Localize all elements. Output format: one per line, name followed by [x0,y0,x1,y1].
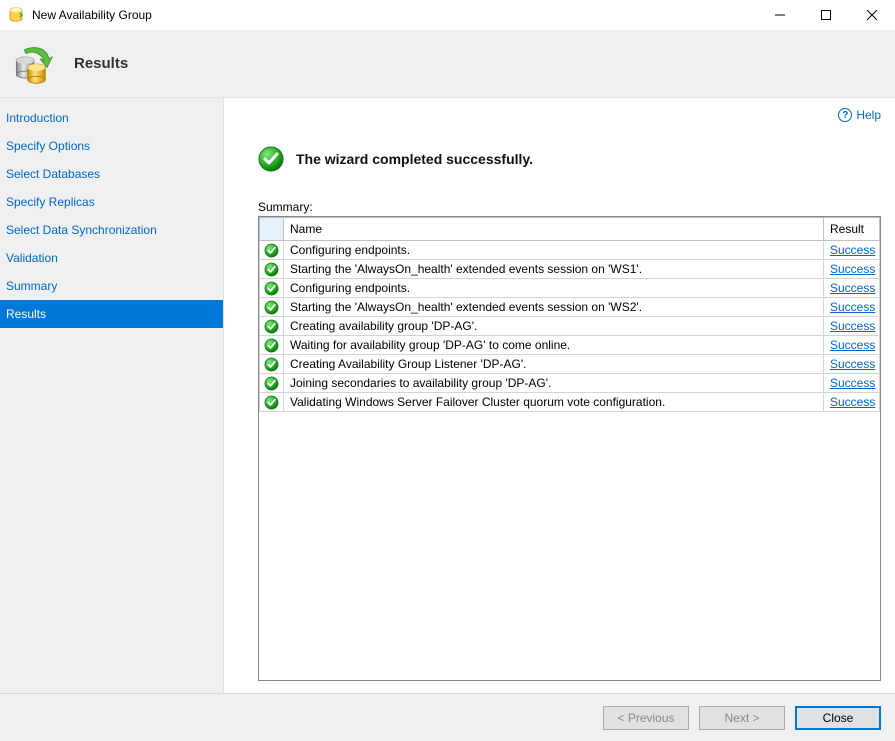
row-name: Validating Windows Server Failover Clust… [284,393,824,412]
wizard-main: ? Help The wizard completed successfully… [224,98,895,693]
next-button: Next > [699,706,785,730]
row-name: Configuring endpoints. [284,241,824,260]
sidebar-item-label: Specify Options [6,139,90,153]
row-result-cell: Success [824,393,880,412]
app-icon [8,7,24,23]
column-header-result[interactable]: Result [824,218,880,241]
row-name: Waiting for availability group 'DP-AG' t… [284,336,824,355]
row-status-icon [260,241,284,260]
row-result-link[interactable]: Success [830,262,875,276]
wizard-sidebar: Introduction Specify Options Select Databa… [0,98,224,693]
help-icon: ? [838,108,852,122]
row-result-cell: Success [824,374,880,393]
sidebar-item-summary[interactable]: Summary [0,272,223,300]
table-row[interactable]: Starting the 'AlwaysOn_health' extended … [260,298,880,317]
wizard-header-icon [12,43,54,85]
summary-label: Summary: [258,200,881,214]
row-result-cell: Success [824,241,880,260]
row-status-icon [260,336,284,355]
help-link[interactable]: ? Help [838,108,881,122]
sidebar-item-label: Introduction [6,111,69,125]
row-result-cell: Success [824,355,880,374]
table-row[interactable]: Joining secondaries to availability grou… [260,374,880,393]
wizard-footer: < Previous Next > Close [0,693,895,741]
row-name: Configuring endpoints. [284,279,824,298]
row-result-link[interactable]: Success [830,300,875,314]
row-status-icon [260,317,284,336]
wizard-header-title: Results [74,55,128,72]
sidebar-item-select-data-synchronization[interactable]: Select Data Synchronization [0,216,223,244]
column-header-name[interactable]: Name [284,218,824,241]
row-result-link[interactable]: Success [830,243,875,257]
table-row[interactable]: Configuring endpoints. Success [260,279,880,298]
sidebar-item-label: Validation [6,251,58,265]
row-name: Creating Availability Group Listener 'DP… [284,355,824,374]
sidebar-item-introduction[interactable]: Introduction [0,104,223,132]
close-window-button[interactable] [849,0,895,30]
row-name: Starting the 'AlwaysOn_health' extended … [284,298,824,317]
row-result-link[interactable]: Success [830,319,875,333]
table-row[interactable]: Creating Availability Group Listener 'DP… [260,355,880,374]
row-status-icon [260,279,284,298]
row-result-link[interactable]: Success [830,338,875,352]
help-row: ? Help [258,108,881,122]
row-status-icon [260,260,284,279]
row-name: Creating availability group 'DP-AG'. [284,317,824,336]
window-title: New Availability Group [32,8,757,22]
row-result-link[interactable]: Success [830,357,875,371]
minimize-button[interactable] [757,0,803,30]
success-check-icon [258,146,284,172]
row-result-link[interactable]: Success [830,376,875,390]
sidebar-item-specify-replicas[interactable]: Specify Replicas [0,188,223,216]
row-status-icon [260,298,284,317]
maximize-button[interactable] [803,0,849,30]
row-status-icon [260,393,284,412]
row-result-link[interactable]: Success [830,395,875,409]
help-label: Help [856,108,881,122]
wizard-header: Results [0,30,895,98]
sidebar-item-specify-options[interactable]: Specify Options [0,132,223,160]
previous-button: < Previous [603,706,689,730]
row-result-cell: Success [824,298,880,317]
row-name: Joining secondaries to availability grou… [284,374,824,393]
row-result-cell: Success [824,336,880,355]
sidebar-item-label: Specify Replicas [6,195,95,209]
titlebar: New Availability Group [0,0,895,30]
close-button[interactable]: Close [795,706,881,730]
column-header-icon[interactable] [260,218,284,241]
row-result-cell: Success [824,279,880,298]
row-name: Starting the 'AlwaysOn_health' extended … [284,260,824,279]
result-heading-row: The wizard completed successfully. [258,146,881,172]
row-status-icon [260,355,284,374]
result-heading-text: The wizard completed successfully. [296,151,533,167]
sidebar-item-select-databases[interactable]: Select Databases [0,160,223,188]
table-row[interactable]: Creating availability group 'DP-AG'. Succ… [260,317,880,336]
sidebar-item-results[interactable]: Results [0,300,223,328]
table-row[interactable]: Starting the 'AlwaysOn_health' extended … [260,260,880,279]
wizard-body: Introduction Specify Options Select Databa… [0,98,895,693]
sidebar-item-label: Summary [6,279,57,293]
table-row[interactable]: Configuring endpoints. Success [260,241,880,260]
summary-grid[interactable]: Name Result Configuring endpoints. Succes… [258,216,881,681]
sidebar-item-label: Results [6,307,46,321]
row-result-cell: Success [824,260,880,279]
sidebar-item-label: Select Data Synchronization [6,223,157,237]
table-row[interactable]: Waiting for availability group 'DP-AG' t… [260,336,880,355]
window-controls [757,0,895,30]
row-result-cell: Success [824,317,880,336]
sidebar-item-label: Select Databases [6,167,100,181]
sidebar-item-validation[interactable]: Validation [0,244,223,272]
summary-table: Name Result Configuring endpoints. Succes… [259,217,880,412]
row-status-icon [260,374,284,393]
table-row[interactable]: Validating Windows Server Failover Clust… [260,393,880,412]
row-result-link[interactable]: Success [830,281,875,295]
